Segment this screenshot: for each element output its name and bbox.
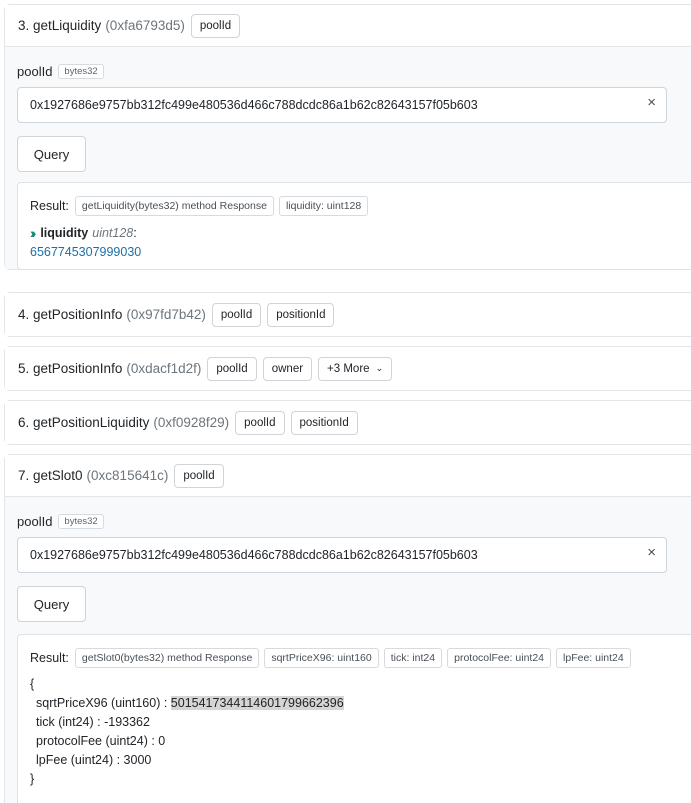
json-field-lpFee: lpFee (uint24) : 3000	[30, 751, 691, 770]
chevron-down-icon: ⌄	[375, 363, 384, 373]
json-open-brace: {	[30, 677, 35, 691]
function-name: 3. getLiquidity	[18, 18, 102, 33]
function-selector: (0xf0928f29)	[153, 415, 230, 430]
result-panel: Result: getLiquidity(bytes32) method Res…	[17, 182, 691, 270]
function-name: 7. getSlot0	[18, 468, 83, 483]
output-line: ›› liquidity uint128 :	[30, 225, 691, 241]
result-tag-output: liquidity: uint128	[278, 196, 369, 216]
function-selector: (0x97fd7b42)	[126, 307, 206, 322]
param-type-chip: bytes32	[58, 63, 104, 79]
function-card-getPositionInfo-owner: 5. getPositionInfo (0xdacf1d2f) poolId o…	[4, 346, 691, 391]
result-header: Result: getLiquidity(bytes32) method Res…	[30, 195, 691, 217]
field-value-selected[interactable]: 5015417344114601799662396	[170, 696, 344, 710]
field-key: sqrtPriceX96 (uint160) :	[36, 696, 171, 710]
output-colon: :	[133, 226, 137, 240]
function-card-getPositionLiquidity: 6. getPositionLiquidity (0xf0928f29) poo…	[4, 400, 691, 445]
close-icon[interactable]: ×	[647, 544, 656, 561]
param-tag-poolId: poolId	[190, 13, 241, 38]
function-selector: (0xfa6793d5)	[105, 18, 185, 33]
output-type: uint128	[92, 226, 134, 240]
result-label: Result:	[30, 199, 69, 213]
function-card-getLiquidity: 3. getLiquidity (0xfa6793d5) poolId pool…	[4, 4, 691, 270]
function-name: 5. getPositionInfo	[18, 361, 123, 376]
field-value: -193362	[104, 715, 150, 729]
input-value: 0x1927686e9757bb312fc499e480536d466c788d…	[30, 548, 478, 562]
double-chevron-right-icon: ››	[30, 225, 37, 241]
query-button[interactable]: Query	[17, 136, 86, 172]
function-name: 6. getPositionLiquidity	[18, 415, 150, 430]
function-header-getPositionInfo[interactable]: 4. getPositionInfo (0x97fd7b42) poolId p…	[5, 293, 691, 336]
param-type-chip: bytes32	[58, 513, 104, 529]
output-name: liquidity	[40, 226, 89, 240]
function-header-getSlot0[interactable]: 7. getSlot0 (0xc815641c) poolId	[5, 455, 691, 497]
function-header-getLiquidity[interactable]: 3. getLiquidity (0xfa6793d5) poolId	[5, 5, 691, 47]
field-value: 3000	[123, 753, 152, 767]
result-tag-lpFee: lpFee: uint24	[556, 648, 631, 668]
result-json: { sqrtPriceX96 (uint160) : 5015417344114…	[30, 675, 691, 789]
field-value: 0	[158, 734, 166, 748]
result-tag-tick: tick: int24	[383, 648, 443, 668]
more-label: +3 More	[327, 362, 370, 375]
field-key: tick (int24) :	[36, 715, 105, 729]
json-field-protocolFee: protocolFee (uint24) : 0	[30, 732, 691, 751]
result-header: Result: getSlot0(bytes32) method Respons…	[30, 647, 691, 669]
param-tag-positionId: positionId	[290, 410, 358, 435]
result-tag-method: getLiquidity(bytes32) method Response	[74, 196, 274, 216]
param-tag-poolId: poolId	[174, 463, 224, 488]
function-selector: (0xc815641c)	[86, 468, 169, 483]
close-icon[interactable]: ×	[647, 94, 656, 111]
function-body: poolId bytes32 0x1927686e9757bb312fc499e…	[5, 497, 691, 803]
param-tag-poolId: poolId	[207, 356, 257, 381]
param-tag-poolId: poolId	[211, 302, 262, 327]
query-button[interactable]: Query	[17, 586, 86, 622]
output-value: 6567745307999030	[30, 245, 142, 259]
param-tag-poolId: poolId	[235, 410, 285, 435]
param-label: poolId	[17, 63, 53, 79]
param-label-row: poolId bytes32	[17, 61, 691, 81]
input-value: 0x1927686e9757bb312fc499e480536d466c788d…	[30, 98, 478, 112]
result-panel: Result: getSlot0(bytes32) method Respons…	[17, 634, 691, 803]
result-label: Result:	[30, 651, 69, 665]
poolId-input[interactable]: 0x1927686e9757bb312fc499e480536d466c788d…	[17, 87, 667, 123]
param-tag-owner: owner	[262, 356, 313, 381]
result-tag-sqrtPriceX96: sqrtPriceX96: uint160	[264, 648, 379, 668]
more-params-button[interactable]: +3 More ⌄	[318, 356, 393, 381]
function-selector: (0xdacf1d2f)	[126, 361, 202, 376]
function-card-getSlot0: 7. getSlot0 (0xc815641c) poolId poolId b…	[4, 454, 691, 803]
json-close-brace: }	[30, 772, 35, 786]
param-label: poolId	[17, 513, 53, 529]
function-card-getPositionInfo: 4. getPositionInfo (0x97fd7b42) poolId p…	[4, 292, 691, 337]
param-label-row: poolId bytes32	[17, 511, 691, 531]
result-tag-protocolFee: protocolFee: uint24	[447, 648, 552, 668]
field-key: protocolFee (uint24) :	[36, 734, 159, 748]
json-field-sqrtPriceX96: sqrtPriceX96 (uint160) : 501541734411460…	[30, 694, 691, 713]
function-header-getPositionLiquidity[interactable]: 6. getPositionLiquidity (0xf0928f29) poo…	[5, 401, 691, 444]
result-tag-method: getSlot0(bytes32) method Response	[74, 648, 260, 668]
function-name: 4. getPositionInfo	[18, 307, 123, 322]
function-header-getPositionInfo-owner[interactable]: 5. getPositionInfo (0xdacf1d2f) poolId o…	[5, 347, 691, 390]
poolId-input[interactable]: 0x1927686e9757bb312fc499e480536d466c788d…	[17, 537, 667, 573]
json-field-tick: tick (int24) : -193362	[30, 713, 691, 732]
field-key: lpFee (uint24) :	[36, 753, 124, 767]
param-tag-positionId: positionId	[267, 302, 335, 327]
function-body: poolId bytes32 0x1927686e9757bb312fc499e…	[5, 47, 691, 270]
